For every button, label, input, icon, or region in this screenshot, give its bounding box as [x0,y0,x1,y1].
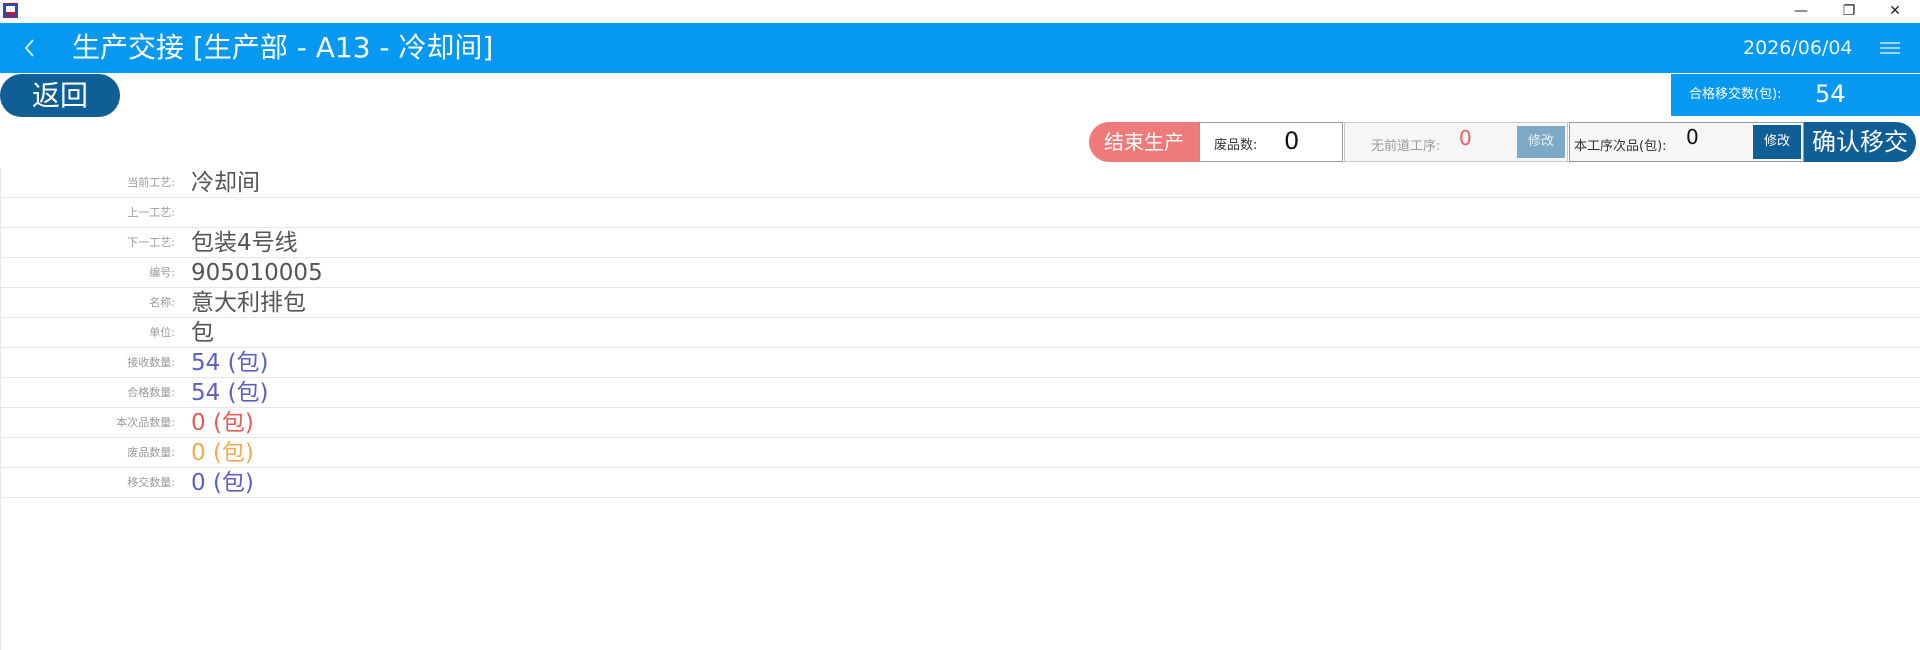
app-logo-icon [3,3,18,18]
detail-row-transfer-qty: 移交数量: 0 (包) [1,468,1920,498]
detail-row-previous-process: 上一工艺: [1,198,1920,228]
return-button[interactable]: 返回 [0,74,120,117]
page-title: 生产交接 [生产部 - A13 - 冷却间] [72,31,494,64]
scrap-count-field[interactable]: 废品数: 0 [1199,122,1343,162]
detail-list: 当前工艺: 冷却间 上一工艺: 下一工艺: 包装4号线 编号: 90501000… [0,168,1920,498]
qualified-transfer-value: 54 [1815,80,1846,108]
detail-value: 905010005 [191,260,323,286]
detail-value: 0 (包) [191,470,254,496]
detail-value: 0 (包) [191,410,254,436]
detail-value: 意大利排包 [191,290,306,316]
detail-row-code: 编号: 905010005 [1,258,1920,288]
hamburger-menu-icon[interactable] [1878,38,1902,58]
current-defect-value[interactable]: 0 [1686,125,1699,149]
window-titlebar: — ❐ ✕ [0,0,1920,22]
detail-row-scrap-qty: 废品数量: 0 (包) [1,438,1920,468]
chevron-left-icon[interactable] [14,33,44,63]
detail-label: 当前工艺: [127,176,175,189]
detail-label: 废品数量: [127,446,175,459]
detail-row-current-process: 当前工艺: 冷却间 [1,168,1920,198]
detail-label: 接收数量: [127,356,175,369]
detail-label: 移交数量: [127,476,175,489]
detail-row-next-process: 下一工艺: 包装4号线 [1,228,1920,258]
restore-icon[interactable]: ❐ [1826,0,1872,22]
scrap-count-label: 废品数: [1214,138,1258,153]
end-production-button[interactable]: 结束生产 [1089,122,1199,162]
app-header: 生产交接 [生产部 - A13 - 冷却间] 2026/06/04 [0,23,1920,73]
no-previous-process-label: 无前道工序: [1371,139,1441,154]
detail-label: 下一工艺: [127,236,175,249]
current-defect-field: 本工序次品(包): 0 修改 [1569,122,1804,162]
detail-label: 编号: [149,266,175,279]
detail-row-name: 名称: 意大利排包 [1,288,1920,318]
detail-value: 54 (包) [191,350,269,376]
detail-value: 包装4号线 [191,230,298,256]
detail-row-unit: 单位: 包 [1,318,1920,348]
detail-row-received-qty: 接收数量: 54 (包) [1,348,1920,378]
current-defect-label: 本工序次品(包): [1574,139,1667,154]
scrap-count-value[interactable]: 0 [1284,127,1299,155]
detail-label: 名称: [149,296,175,309]
detail-row-qualified-qty: 合格数量: 54 (包) [1,378,1920,408]
no-previous-process-value: 0 [1459,126,1472,150]
header-date: 2026/06/04 [1743,37,1853,59]
qualified-transfer-label: 合格移交数(包): [1689,87,1782,102]
qualified-transfer-panel: 合格移交数(包): 54 [1671,74,1920,116]
close-icon[interactable]: ✕ [1872,0,1918,22]
detail-row-defect-qty: 本次品数量: 0 (包) [1,408,1920,438]
no-previous-process-field: 无前道工序: 0 修改 [1344,122,1568,162]
detail-label: 单位: [149,326,175,339]
detail-value: 0 (包) [191,440,254,466]
no-previous-edit-button[interactable]: 修改 [1517,126,1565,158]
detail-label: 上一工艺: [127,206,175,219]
confirm-transfer-button[interactable]: 确认移交 [1804,122,1916,162]
detail-label: 本次品数量: [116,416,175,429]
minimize-icon[interactable]: — [1778,0,1824,22]
detail-value: 54 (包) [191,380,269,406]
detail-value: 冷却间 [191,170,260,196]
detail-label: 合格数量: [127,386,175,399]
detail-value: 包 [191,320,214,346]
content-area [0,498,1920,650]
current-defect-edit-button[interactable]: 修改 [1753,125,1801,159]
